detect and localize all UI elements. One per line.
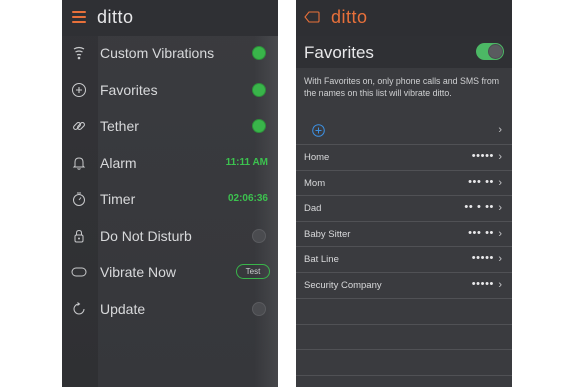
test-button[interactable]: Test (236, 264, 270, 279)
vibration-pattern: ••••• (471, 252, 494, 265)
menu-item-label: Vibrate Now (100, 264, 177, 280)
status-toggle-off[interactable] (252, 301, 266, 316)
contact-name: Bat Line (304, 254, 339, 266)
status-toggle-off[interactable] (252, 228, 266, 243)
vibration-pattern: •• • •• (464, 201, 494, 214)
favorites-bar: Favorites (296, 36, 512, 68)
list-item[interactable]: Dad •• • •• › (296, 195, 512, 221)
timer-icon (70, 190, 88, 208)
chevron-right-icon: › (498, 176, 502, 189)
menu-item-label: Update (100, 300, 146, 317)
menu-item-timer[interactable]: Timer 02:06:36 (62, 182, 278, 218)
menu-item-favorites[interactable]: Favorites (62, 73, 278, 109)
vibration-pattern: ••••• (471, 277, 494, 290)
add-contact-icon[interactable] (312, 124, 325, 137)
favorites-toggle[interactable] (476, 43, 504, 60)
menu-item-alarm[interactable]: Alarm 11:11 AM (62, 146, 278, 182)
menu-item-update[interactable]: Update (62, 292, 278, 328)
vibrate-now-icon (70, 263, 88, 281)
timer-countdown: 02:06:36 (227, 193, 268, 204)
hamburger-menu-icon[interactable] (72, 11, 86, 23)
left-screen-menu: ditto Custom Vibrations Favorites Tether… (62, 0, 278, 387)
vibration-pattern: ••••• (471, 150, 494, 162)
link-icon (70, 117, 88, 135)
refresh-icon (70, 300, 88, 318)
list-item[interactable]: Bat Line ••••• › (296, 246, 512, 272)
menu-item-label: Alarm (100, 154, 137, 171)
chevron-right-icon: › (498, 253, 502, 266)
chevron-right-icon: › (498, 202, 502, 215)
chevron-right-icon: › (498, 227, 502, 240)
list-item[interactable]: Mom ••• •• › (296, 169, 512, 196)
menu-item-label: Favorites (100, 81, 158, 98)
status-toggle-on[interactable] (252, 82, 266, 97)
alarm-time: 11:11 AM (225, 156, 268, 168)
menu-item-label: Do Not Disturb (100, 227, 192, 244)
menu-item-label: Tether (100, 118, 139, 134)
contact-name: Dad (304, 203, 322, 215)
plus-circle-icon (70, 81, 88, 99)
favorites-description: With Favorites on, only phone calls and … (304, 76, 500, 98)
vibration-icon (70, 44, 88, 62)
section-title: Favorites (304, 43, 374, 62)
toggle-knob (488, 44, 503, 59)
app-title: ditto (97, 7, 134, 27)
vibration-pattern: ••• •• (468, 175, 494, 188)
favorites-header: ditto (296, 0, 512, 36)
lock-icon (70, 227, 88, 245)
contact-name: Home (304, 152, 330, 163)
menu-item-label: Custom Vibrations (100, 45, 215, 61)
chevron-right-icon: › (498, 124, 502, 136)
menu-header: ditto (62, 0, 278, 36)
contact-name: Mom (304, 177, 326, 189)
list-item[interactable]: Baby Sitter ••• •• › (296, 220, 512, 247)
chevron-right-icon: › (498, 278, 502, 291)
add-contact-row[interactable]: › (296, 118, 512, 144)
empty-list-rows (296, 298, 512, 387)
chevron-right-icon: › (498, 151, 502, 163)
back-icon[interactable] (304, 10, 320, 23)
list-item[interactable]: Security Company ••••• › (296, 271, 512, 298)
menu-item-label: Timer (100, 191, 136, 207)
status-toggle-on[interactable] (252, 119, 266, 133)
menu-item-custom-vibrations[interactable]: Custom Vibrations (62, 36, 278, 72)
contact-name: Security Company (304, 279, 382, 291)
menu-item-vibrate-now[interactable]: Vibrate Now Test (62, 255, 278, 291)
menu-item-tether[interactable]: Tether (62, 109, 278, 145)
status-toggle-on[interactable] (252, 46, 266, 60)
menu-item-do-not-disturb[interactable]: Do Not Disturb (62, 219, 278, 255)
bell-icon (70, 154, 88, 172)
app-title: ditto (331, 7, 368, 27)
vibration-pattern: ••• •• (468, 226, 494, 239)
list-item[interactable]: Home ••••• › (296, 144, 512, 170)
right-screen-favorites: ditto Favorites With Favorites on, only … (296, 0, 512, 387)
contact-name: Baby Sitter (304, 228, 351, 240)
favorites-list: Home ••••• › Mom ••• •• › Dad •• • •• › … (296, 144, 512, 298)
